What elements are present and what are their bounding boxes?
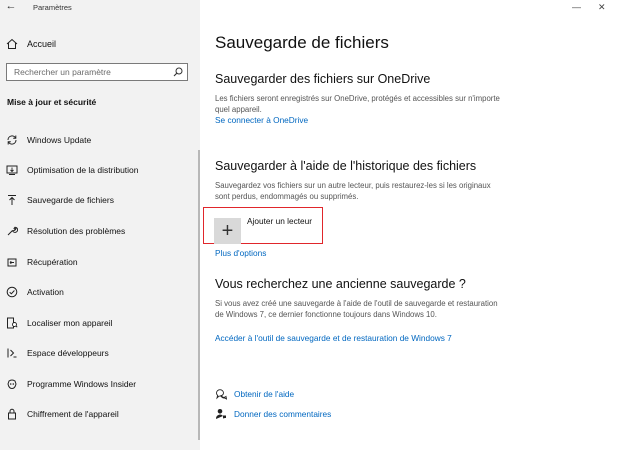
file-history-heading: Sauvegarder à l'aide de l'historique des… (215, 159, 477, 173)
sidebar: ← Paramètres Accueil Rechercher un param… (0, 0, 200, 450)
delivery-optimization-icon (6, 165, 18, 175)
add-drive-button[interactable]: + Ajouter un lecteur (203, 207, 323, 244)
feedback-link[interactable]: Donner des commentaires (234, 409, 331, 419)
sidebar-item-label: Espace développeurs (27, 348, 109, 358)
sidebar-item-label: Localiser mon appareil (27, 318, 113, 328)
home-icon (6, 38, 18, 49)
feedback-item[interactable]: Donner des commentaires (215, 407, 331, 421)
onedrive-signin-link[interactable]: Se connecter à OneDrive (215, 115, 308, 125)
main-content: — ✕ Sauvegarde de fichiers Sauvegarder d… (200, 0, 628, 450)
older-backup-heading: Vous recherchez une ancienne sauvegarde … (215, 277, 466, 291)
sidebar-item-label: Sauvegarde de fichiers (27, 195, 114, 205)
lock-icon (8, 408, 16, 420)
backup-arrow-icon (8, 195, 16, 205)
sidebar-item-insider[interactable]: Programme Windows Insider (6, 376, 194, 392)
sidebar-item-delivery-optimization[interactable]: Optimisation de la distribution (6, 162, 194, 178)
check-circle-icon (6, 286, 18, 298)
section-title: Mise à jour et sécurité (7, 97, 97, 107)
sync-icon (7, 135, 17, 145)
close-button[interactable]: ✕ (598, 2, 606, 13)
sidebar-item-backup[interactable]: Sauvegarde de fichiers (6, 192, 194, 208)
sidebar-item-developers[interactable]: Espace développeurs (6, 345, 194, 361)
wrench-icon (7, 226, 18, 236)
insider-icon (7, 379, 17, 390)
search-placeholder: Rechercher un paramètre (14, 67, 111, 77)
windows7-backup-link[interactable]: Accéder à l'outil de sauvegarde et de re… (215, 333, 452, 343)
sidebar-item-label: Activation (27, 287, 64, 297)
sidebar-item-label: Windows Update (27, 135, 92, 145)
minimize-button[interactable]: — (572, 2, 581, 12)
sidebar-item-windows-update[interactable]: Windows Update (6, 132, 194, 148)
recovery-icon (7, 258, 17, 267)
older-backup-description: Si vous avez créé une sauvegarde à l'aid… (215, 299, 498, 319)
sidebar-item-troubleshoot[interactable]: Résolution des problèmes (6, 223, 194, 239)
developer-icon (7, 348, 17, 358)
sidebar-item-label: Résolution des problèmes (27, 226, 126, 236)
sidebar-item-find-device[interactable]: Localiser mon appareil (6, 315, 194, 331)
search-icon[interactable] (173, 67, 183, 77)
file-history-description: Sauvegardez vos fichiers sur un autre le… (215, 181, 491, 201)
help-icon (216, 389, 227, 400)
sidebar-item-home[interactable]: Accueil (6, 37, 56, 51)
get-help-item[interactable]: Obtenir de l'aide (215, 387, 294, 401)
more-options-link[interactable]: Plus d'options (215, 248, 266, 258)
search-input[interactable]: Rechercher un paramètre (6, 63, 188, 81)
find-device-icon (7, 317, 18, 329)
sidebar-item-activation[interactable]: Activation (6, 284, 194, 300)
get-help-link[interactable]: Obtenir de l'aide (234, 389, 294, 399)
add-drive-tile[interactable]: + (214, 218, 241, 244)
onedrive-heading: Sauvegarder des fichiers sur OneDrive (215, 72, 431, 86)
sidebar-item-label: Programme Windows Insider (27, 379, 137, 389)
onedrive-description: Les fichiers seront enregistrés sur OneD… (215, 94, 500, 114)
add-drive-label: Ajouter un lecteur (247, 216, 313, 226)
plus-icon: + (221, 220, 234, 242)
page-title: Sauvegarde de fichiers (215, 33, 389, 52)
sidebar-item-label: Récupération (27, 257, 78, 267)
feedback-icon (215, 409, 226, 419)
home-label: Accueil (27, 39, 57, 49)
back-arrow-icon[interactable]: ← (4, 0, 18, 12)
sidebar-item-label: Optimisation de la distribution (27, 165, 139, 175)
window-title: Paramètres (33, 3, 72, 12)
sidebar-item-recovery[interactable]: Récupération (6, 254, 194, 270)
sidebar-item-label: Chiffrement de l'appareil (27, 409, 119, 419)
sidebar-item-device-encryption[interactable]: Chiffrement de l'appareil (6, 406, 194, 422)
